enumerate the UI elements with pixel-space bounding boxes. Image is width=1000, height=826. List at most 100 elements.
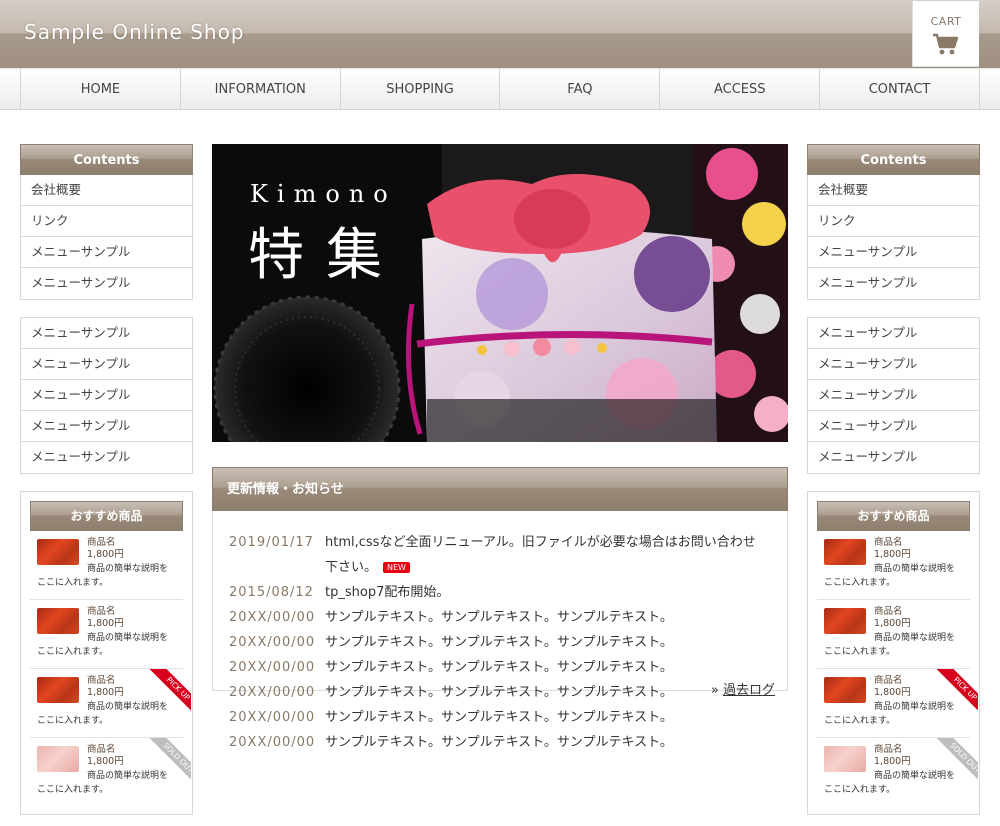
product-price: 1,800円 <box>87 549 124 560</box>
product-price: 1,800円 <box>874 756 911 767</box>
news-date: 20XX/00/00 <box>229 635 316 650</box>
news-date: 20XX/00/00 <box>229 710 316 725</box>
menu-item[interactable]: メニューサンプル <box>21 380 192 411</box>
soldout-ribbon: SOLD OUT <box>932 738 978 784</box>
product-item[interactable]: 商品名 1,800円 商品の簡単な説明を ここに入れます。 <box>30 600 183 669</box>
product-price: 1,800円 <box>874 549 911 560</box>
product-thumbnail[interactable] <box>824 677 866 703</box>
product-item[interactable]: 商品名 1,800円 商品の簡単な説明を ここに入れます。 PICK UP <box>30 669 191 738</box>
hero-banner[interactable]: Kimono 特集 <box>212 144 788 442</box>
news-date: 20XX/00/00 <box>229 660 316 675</box>
contents-menu: 会社概要 リンク メニューサンプル メニューサンプル <box>20 175 193 300</box>
menu-item[interactable]: メニューサンプル <box>21 349 192 380</box>
cart-label: CART <box>930 15 962 28</box>
menu-item[interactable]: 会社概要 <box>21 175 192 206</box>
nav-information[interactable]: INFORMATION <box>181 69 341 110</box>
product-price: 1,800円 <box>87 687 124 698</box>
nav-shopping[interactable]: SHOPPING <box>341 69 501 110</box>
news-list: 2019/01/17 html,cssなど全面リニューアル。旧ファイルが必要な場… <box>212 511 788 750</box>
nav-faq[interactable]: FAQ <box>500 69 661 110</box>
product-name: 商品名 <box>874 537 903 548</box>
news-item: 20XX/00/00 サンプルテキスト。サンプルテキスト。サンプルテキスト。 <box>213 680 787 705</box>
product-name: 商品名 <box>874 744 903 755</box>
hero-title-en: Kimono <box>250 180 397 208</box>
product-name: 商品名 <box>87 675 116 686</box>
menu-item[interactable]: メニューサンプル <box>808 268 979 299</box>
product-name: 商品名 <box>874 675 903 686</box>
product-item[interactable]: 商品名 1,800円 商品の簡単な説明を ここに入れます。 SOLD OUT <box>817 738 978 807</box>
product-thumbnail[interactable] <box>37 608 79 634</box>
news-date: 20XX/00/00 <box>229 610 316 625</box>
product-price: 1,800円 <box>874 618 911 629</box>
menu-item[interactable]: メニューサンプル <box>21 442 192 473</box>
pickup-ribbon: PICK UP <box>932 669 978 715</box>
hero-title-jp: 特集 <box>248 223 404 288</box>
news-text: サンプルテキスト。サンプルテキスト。サンプルテキスト。 <box>325 660 673 675</box>
sub-menu: メニューサンプル メニューサンプル メニューサンプル メニューサンプル メニュー… <box>807 317 980 474</box>
menu-item[interactable]: リンク <box>808 206 979 237</box>
menu-item[interactable]: メニューサンプル <box>21 268 192 299</box>
news-item: 20XX/00/00 サンプルテキスト。サンプルテキスト。サンプルテキスト。 <box>213 705 787 730</box>
product-name: 商品名 <box>87 606 116 617</box>
product-thumbnail[interactable] <box>37 746 79 772</box>
product-desc: ここに入れます。 <box>37 785 109 795</box>
ribbon-label: SOLD OUT <box>149 738 191 784</box>
menu-item[interactable]: メニューサンプル <box>808 411 979 442</box>
nav-contact[interactable]: CONTACT <box>820 69 980 110</box>
news-text: サンプルテキスト。サンプルテキスト。サンプルテキスト。 <box>325 685 673 700</box>
product-desc: ここに入れます。 <box>824 578 896 588</box>
nav-access[interactable]: ACCESS <box>660 69 821 110</box>
ribbon-label: PICK UP <box>149 669 191 715</box>
product-price: 1,800円 <box>87 756 124 767</box>
main-content: Kimono 特集 更新情報・お知らせ 2019/01/17 html,cssな… <box>212 144 788 750</box>
product-thumbnail[interactable] <box>824 539 866 565</box>
news-date: 20XX/00/00 <box>229 685 316 700</box>
recommend-box: おすすめ商品 商品名 1,800円 商品の簡単な説明を ここに入れます。 商品名… <box>807 491 980 815</box>
menu-item[interactable]: メニューサンプル <box>808 349 979 380</box>
news-item: 20XX/00/00 サンプルテキスト。サンプルテキスト。サンプルテキスト。 <box>213 655 787 680</box>
product-item[interactable]: 商品名 1,800円 商品の簡単な説明を ここに入れます。 <box>817 600 970 669</box>
archive-link[interactable]: 過去ログ <box>723 683 775 698</box>
news-text: サンプルテキスト。サンプルテキスト。サンプルテキスト。 <box>325 710 673 725</box>
menu-item[interactable]: メニューサンプル <box>808 237 979 268</box>
news-text: サンプルテキスト。サンプルテキスト。サンプルテキスト。 <box>325 610 673 625</box>
ribbon-label: SOLD OUT <box>936 738 978 784</box>
news-text: tp_shop7配布開始。 <box>325 585 450 600</box>
product-item[interactable]: 商品名 1,800円 商品の簡単な説明を ここに入れます。 <box>30 531 183 600</box>
product-item[interactable]: 商品名 1,800円 商品の簡単な説明を ここに入れます。 <box>817 531 970 600</box>
news-date: 20XX/00/00 <box>229 735 316 750</box>
product-price: 1,800円 <box>874 687 911 698</box>
archive-prefix: » <box>710 683 719 698</box>
menu-item[interactable]: メニューサンプル <box>808 318 979 349</box>
cart-button[interactable]: CART <box>912 1 979 67</box>
menu-item[interactable]: メニューサンプル <box>808 442 979 473</box>
news-text: サンプルテキスト。サンプルテキスト。サンプルテキスト。 <box>325 635 673 650</box>
product-desc: 商品の簡単な説明を <box>87 633 169 643</box>
menu-item[interactable]: メニューサンプル <box>21 237 192 268</box>
ribbon-label: PICK UP <box>936 669 978 715</box>
site-header: Sample Online Shop CART <box>0 0 1000 68</box>
menu-item[interactable]: メニューサンプル <box>21 318 192 349</box>
product-thumbnail[interactable] <box>824 608 866 634</box>
nav-home[interactable]: HOME <box>21 69 181 110</box>
menu-item[interactable]: メニューサンプル <box>21 411 192 442</box>
news-date: 2015/08/12 <box>229 585 314 600</box>
product-desc: ここに入れます。 <box>37 647 109 657</box>
product-thumbnail[interactable] <box>37 677 79 703</box>
shop-logo[interactable]: Sample Online Shop <box>24 20 245 44</box>
news-item: 20XX/00/00 サンプルテキスト。サンプルテキスト。サンプルテキスト。 <box>213 630 787 655</box>
product-desc: ここに入れます。 <box>824 716 896 726</box>
product-thumbnail[interactable] <box>824 746 866 772</box>
contents-title: Contents <box>807 144 980 175</box>
left-sidebar: Contents 会社概要 リンク メニューサンプル メニューサンプル メニュー… <box>20 144 193 815</box>
product-item[interactable]: 商品名 1,800円 商品の簡単な説明を ここに入れます。 PICK UP <box>817 669 978 738</box>
product-desc: ここに入れます。 <box>824 647 896 657</box>
menu-item[interactable]: 会社概要 <box>808 175 979 206</box>
product-item[interactable]: 商品名 1,800円 商品の簡単な説明を ここに入れます。 SOLD OUT <box>30 738 191 807</box>
menu-item[interactable]: リンク <box>21 206 192 237</box>
menu-item[interactable]: メニューサンプル <box>808 380 979 411</box>
product-desc: ここに入れます。 <box>824 785 896 795</box>
news-title: 更新情報・お知らせ <box>212 467 788 511</box>
product-thumbnail[interactable] <box>37 539 79 565</box>
recommend-title: おすすめ商品 <box>30 501 183 531</box>
